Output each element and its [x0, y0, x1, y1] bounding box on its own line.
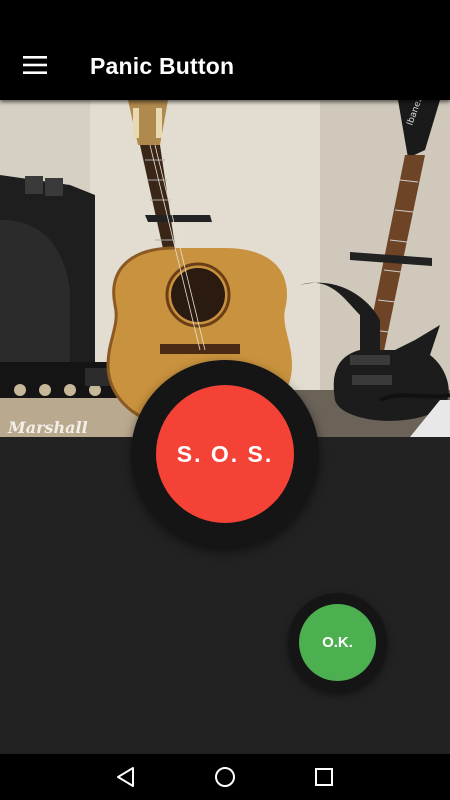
system-nav-bar: [0, 754, 450, 800]
sos-button-label: S. O. S.: [176, 440, 274, 467]
menu-button[interactable]: [12, 42, 58, 88]
sos-button[interactable]: S. O. S.: [156, 385, 294, 523]
page-title: Panic Button: [90, 53, 235, 79]
home-button[interactable]: [195, 754, 255, 800]
back-triangle-icon: [117, 767, 134, 787]
hamburger-menu-icon: [23, 56, 47, 74]
recents-square-icon: [315, 768, 333, 786]
amp-brand-label: Marshall: [7, 418, 88, 437]
ok-button[interactable]: O.K.: [299, 604, 376, 681]
recents-button[interactable]: [294, 754, 354, 800]
sos-button-ring: S. O. S.: [131, 360, 319, 548]
app-bar: Panic Button: [0, 0, 450, 100]
back-button[interactable]: [95, 754, 155, 800]
ok-button-ring: O.K.: [288, 593, 387, 692]
home-circle-icon: [215, 767, 235, 787]
ok-button-label: O.K.: [322, 634, 353, 651]
panic-button-screen: Panic Button Marshall Ibanez S. O. S. O.…: [0, 0, 450, 800]
